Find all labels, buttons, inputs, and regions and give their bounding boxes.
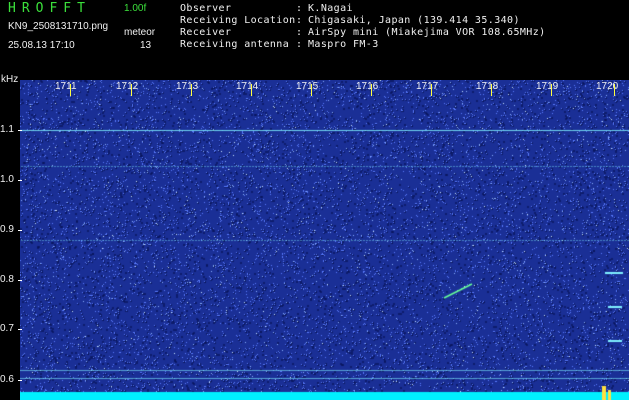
y-label-1-0: 1.0 [0, 174, 14, 185]
time-marker [491, 84, 492, 96]
spectrogram-display [20, 80, 629, 400]
version-label: 1.00f [124, 3, 147, 14]
y-tick [18, 230, 22, 231]
y-label-0-8: 0.8 [0, 274, 14, 285]
y-label-0-7: 0.7 [0, 323, 14, 334]
receiver-colon: : [296, 27, 303, 38]
antenna-value: Maspro FM-3 [308, 39, 379, 50]
location-value: Chigasaki, Japan (139.414 35.340) [308, 15, 520, 26]
time-label-1714: 1714 [236, 81, 259, 92]
time-marker [551, 84, 552, 96]
receiver-label: Receiver [180, 27, 232, 38]
antenna-colon: : [296, 39, 303, 50]
observer-label: Observer [180, 3, 232, 14]
time-marker [311, 84, 312, 96]
time-label-1716: 1716 [356, 81, 379, 92]
datetime-label: 25.08.13 17:10 [8, 40, 75, 51]
y-tick [18, 130, 22, 131]
time-marker [371, 84, 372, 96]
receiver-value: AirSpy mini (Miakejima VOR 108.65MHz) [308, 27, 546, 38]
antenna-label: Receiving antenna [180, 39, 290, 50]
y-tick [18, 280, 22, 281]
time-label-1712: 1712 [116, 81, 139, 92]
y-label-1-1: 1.1 [0, 124, 14, 135]
observer-colon: : [296, 3, 303, 14]
filename-label: KN9_2508131710.png [8, 21, 109, 32]
count-label: 13 [140, 40, 152, 51]
mode-label: meteor [124, 27, 156, 38]
time-marker [131, 84, 132, 96]
location-colon: : [296, 15, 303, 26]
time-marker [431, 84, 432, 96]
location-label: Receiving Location [180, 15, 296, 26]
y-label-0-9: 0.9 [0, 224, 14, 235]
time-label-1713: 1713 [176, 81, 199, 92]
time-label-1715: 1715 [296, 81, 319, 92]
app-title: HROFFT [8, 1, 91, 16]
time-label-1711: 1711 [55, 81, 77, 92]
y-tick [18, 380, 22, 381]
time-label-1718: 1718 [476, 81, 499, 92]
observer-value: K.Nagai [308, 3, 353, 14]
y-label-0-6: 0.6 [0, 374, 14, 385]
header-panel: HROFFT 1.00f KN9_2508131710.png meteor 2… [0, 0, 629, 78]
time-label-1719: 1719 [536, 81, 559, 92]
y-tick [18, 329, 22, 330]
y-unit-label: kHz [1, 74, 19, 85]
y-tick [18, 180, 22, 181]
time-marker [191, 84, 192, 96]
time-marker [251, 84, 252, 96]
spectrogram-canvas [20, 80, 629, 400]
time-marker [70, 84, 71, 96]
time-label-1717: 1717 [416, 81, 439, 92]
time-marker [614, 84, 615, 96]
